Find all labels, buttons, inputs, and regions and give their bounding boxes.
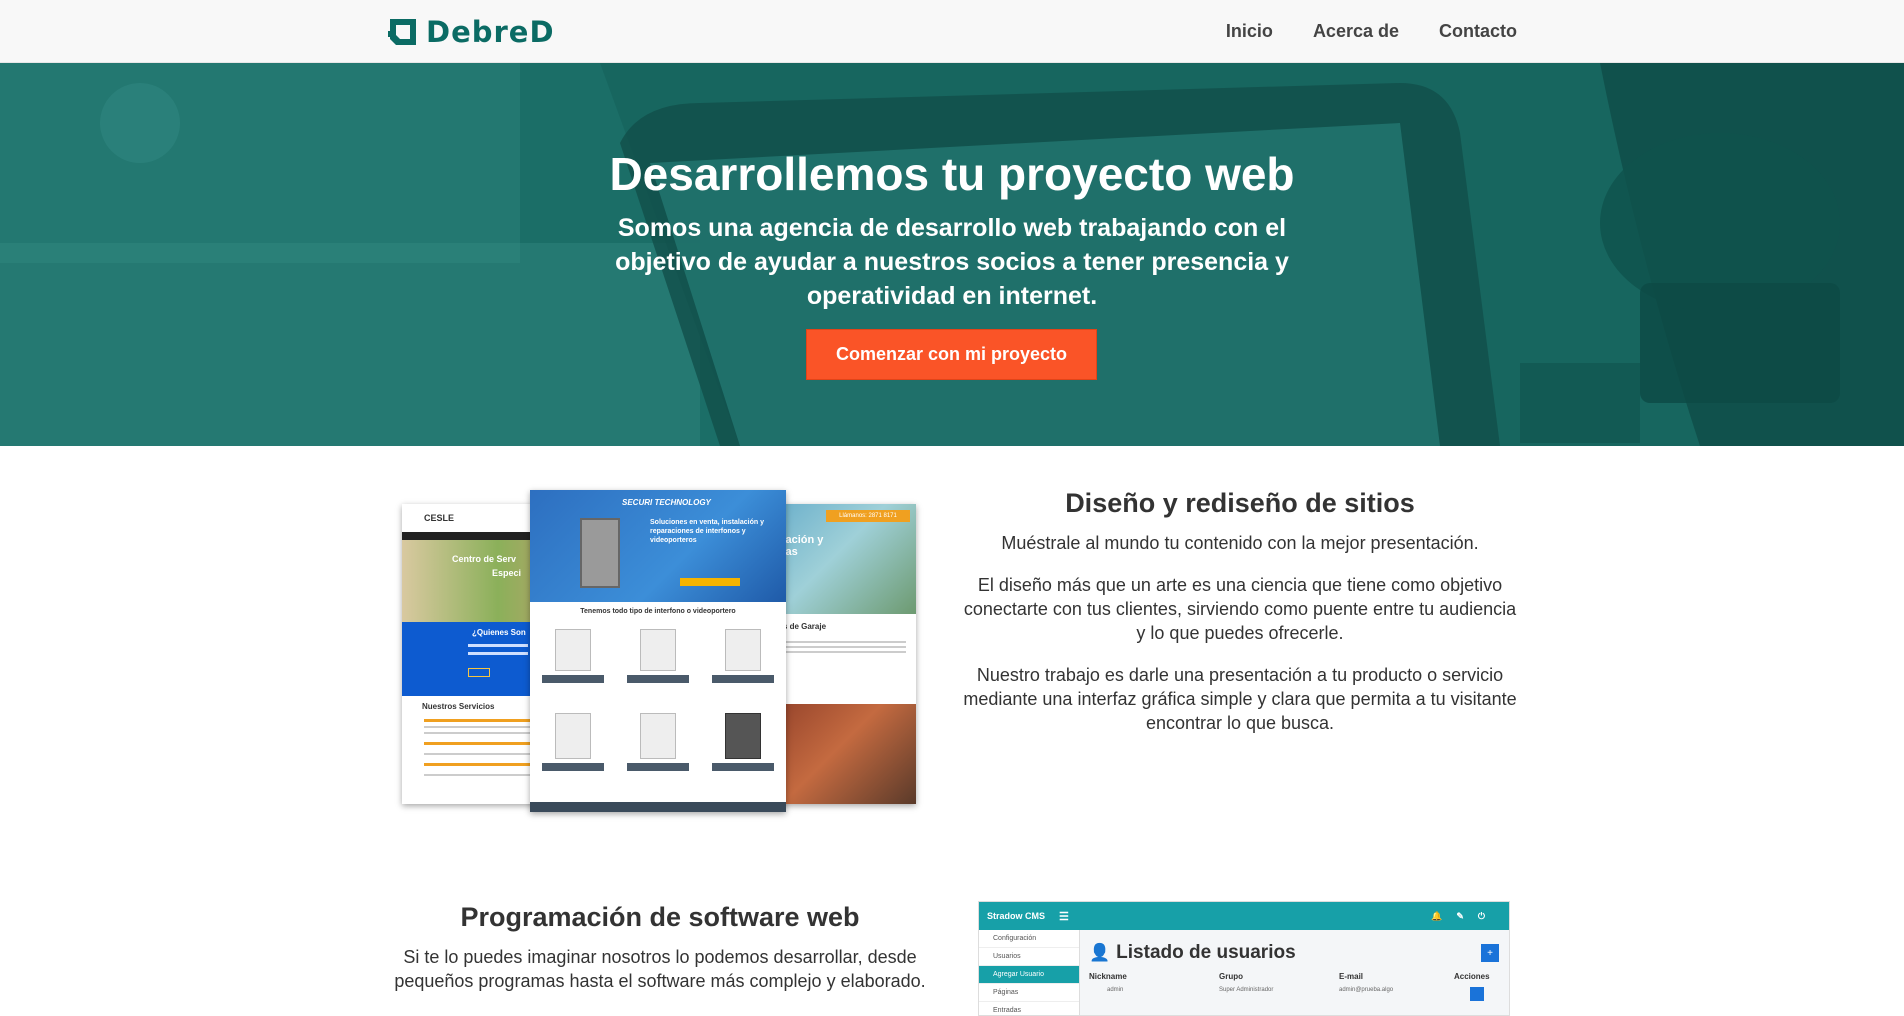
mockup-left-sub: Especi [492,568,522,578]
user-icon: 👤 [1089,943,1111,962]
row-email: admin@prueba.algo [1339,987,1394,993]
cms-heading: Listado de usuarios [1116,942,1296,963]
nav-inicio[interactable]: Inicio [1226,21,1273,42]
col-acciones: Acciones [1454,972,1490,981]
design-section: Diseño y rediseño de sitios Muéstrale al… [960,488,1520,753]
hero-title: Desarrollemos tu proyecto web [609,148,1295,200]
col-nickname: Nickname [1089,972,1127,981]
mockup-center-hero: SECURI TECHNOLOGY Soluciones en venta, i… [530,490,786,602]
cms-sidebar-add-user: Agregar Usuario [979,966,1079,984]
mockup-center-body: Tenemos todo tipo de interfono o videopo… [580,608,736,615]
design-paragraph-1: Muéstrale al mundo tu contenido con la m… [1001,533,1479,553]
cms-sidebar-users: Usuarios [979,948,1079,966]
cms-sidebar-pages: Páginas [979,984,1079,1002]
hero-subtitle: Somos una agencia de desarrollo web trab… [615,214,1289,310]
mockup-center-headline: Soluciones en venta, instalación y repar… [650,519,764,544]
intercom-panel-image [580,518,620,588]
nav-acerca-de[interactable]: Acerca de [1313,21,1399,42]
main-nav: Inicio Acerca de Contacto [1186,0,1517,63]
col-email: E-mail [1339,972,1364,981]
brand-logo[interactable]: DebreD [386,14,555,50]
navbar: DebreD Inicio Acerca de Contacto [0,0,1904,63]
cms-topbar: Stradow CMS ☰ 🔔✎⏻ [979,902,1509,930]
row-grupo: Super Administrador [1219,987,1274,993]
design-title: Diseño y rediseño de sitios [1065,488,1415,518]
cms-table-header: Nickname Grupo E-mail Acciones [1089,972,1499,981]
website-mockups: CESLE Centro de Serv Especi ¿Quienes Son… [398,484,922,818]
cms-table-row: admin Super Administrador admin@prueba.a… [1089,987,1499,1001]
design-paragraph-2: El diseño más que un arte es una ciencia… [963,575,1517,643]
start-project-button[interactable]: Comenzar con mi proyecto [806,329,1097,380]
row-nickname: admin [1107,987,1124,993]
col-grupo: Grupo [1219,972,1243,981]
mockup-center: SECURI TECHNOLOGY Soluciones en venta, i… [530,490,786,812]
edit-icon [1470,987,1484,1001]
cms-sidebar: Configuración Usuarios Agregar Usuario P… [979,930,1080,1015]
cms-app-name: Stradow CMS [987,911,1046,921]
mockup-left-who: ¿Quienes Son [472,628,526,637]
mockup-left-heading: Centro de Serv [452,554,517,564]
software-section: Programación de software web Si te lo pu… [370,902,950,1011]
cms-sidebar-config: Configuración [979,930,1079,948]
nav-contacto[interactable]: Contacto [1439,21,1517,42]
cms-screenshot: Stradow CMS ☰ 🔔✎⏻ Configuración Usuarios… [978,901,1510,1016]
mockup-right-badge: Llámanos: 2871 8171 [826,510,910,522]
software-paragraph-1: Si te lo puedes imaginar nosotros lo pod… [394,947,926,991]
toolbar-icons: 🔔✎⏻ [1431,910,1499,921]
software-title: Programación de software web [460,902,860,932]
cms-main: 👤 Listado de usuarios + Nickname Grupo E… [1089,942,1499,1001]
cms-sidebar-entries: Entradas [979,1002,1079,1015]
brand-name: DebreD [426,15,555,49]
hero: Desarrollemos tu proyecto web Somos una … [0,63,1904,446]
logo-icon [388,19,416,45]
mockup-center-brand: SECURI TECHNOLOGY [622,498,711,507]
menu-icon: ☰ [1059,910,1069,923]
add-icon: + [1481,944,1499,962]
design-paragraph-3: Nuestro trabajo es darle una presentació… [963,665,1517,733]
